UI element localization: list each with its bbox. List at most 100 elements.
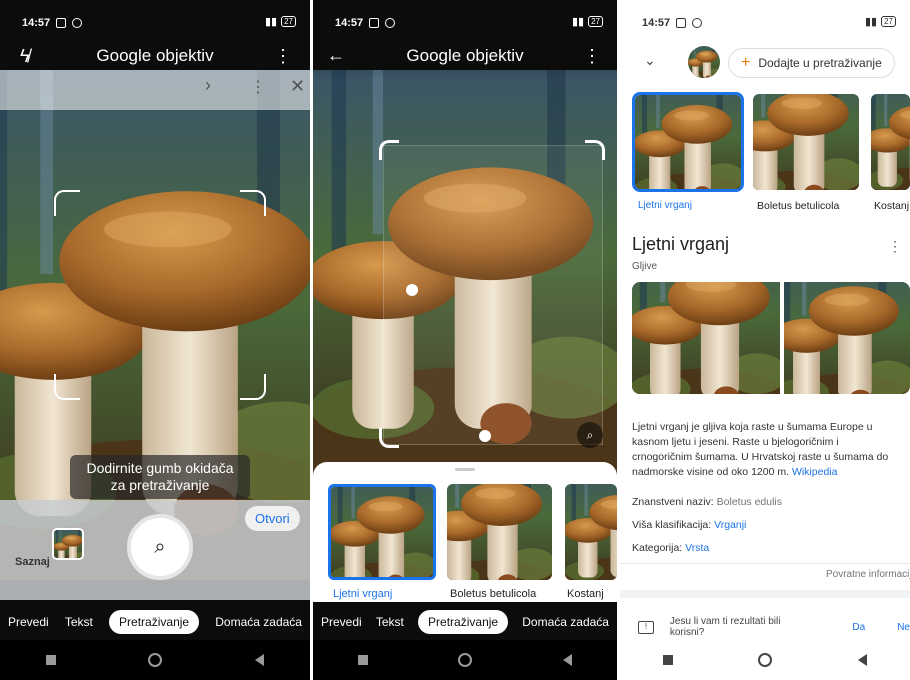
system-nav-bar — [0, 640, 310, 680]
result-caption[interactable]: Boletus betulicola — [757, 200, 839, 212]
lens-search-icon[interactable]: ⌕ — [577, 422, 603, 448]
tab-text[interactable]: Tekst — [376, 615, 404, 629]
tab-translate[interactable]: Prevedi — [321, 615, 362, 629]
system-nav-bar — [313, 640, 617, 680]
tab-homework[interactable]: Domaća zadaća — [522, 615, 609, 629]
clock: 14:57 — [335, 17, 364, 29]
fact-label: Viša klasifikacija: — [632, 519, 712, 531]
query-image-avatar[interactable] — [688, 46, 720, 78]
knowledge-image[interactable] — [632, 282, 780, 394]
result-tile[interactable] — [632, 92, 744, 192]
status-bar: 14:57 ▮▮ 27 — [0, 14, 310, 32]
crop-corner-tr[interactable] — [585, 140, 605, 160]
back-icon[interactable] — [254, 654, 264, 666]
fact-category: Kategorija: Vrsta — [632, 541, 900, 556]
add-to-search-label: Dodajte u pretraživanje — [758, 56, 882, 70]
yes-button[interactable]: Da — [852, 622, 865, 633]
result-tile[interactable] — [447, 484, 552, 580]
signal-icon: ▮▮ — [571, 16, 585, 28]
knowledge-image[interactable] — [784, 282, 910, 394]
result-tile[interactable] — [871, 94, 910, 190]
result-tile[interactable] — [328, 484, 436, 580]
category-link[interactable]: Vrsta — [685, 542, 709, 554]
tab-search[interactable]: Pretraživanje — [109, 610, 200, 634]
wikipedia-link[interactable]: Wikipedia — [792, 466, 838, 478]
notification-icon — [72, 18, 83, 28]
close-icon[interactable]: ✕ — [290, 76, 305, 97]
recents-icon[interactable] — [46, 655, 57, 665]
lens-results-screen: 14:57 ▮▮ 27 ← Google objektiv ⋮ ⌕ Ljetni … — [313, 0, 617, 680]
mode-tabs: Prevedi Tekst Pretraživanje Domaća zadać… — [313, 608, 617, 636]
focus-corner-tl — [54, 190, 80, 216]
recents-icon[interactable] — [358, 655, 369, 665]
recents-icon[interactable] — [662, 655, 673, 665]
battery-icon: 27 — [588, 16, 603, 27]
result-tile[interactable] — [565, 484, 617, 580]
result-caption[interactable]: Ljetni vrganj — [638, 200, 692, 211]
fact-value: Boletus edulis — [716, 496, 783, 508]
status-bar: 14:57 ▮▮ 27 — [620, 14, 910, 32]
shutter-search-button[interactable]: ⌕ — [127, 514, 193, 580]
alarm-icon — [56, 18, 67, 28]
focus-corner-bl — [54, 374, 80, 400]
fact-label: Znanstveni naziv: — [632, 496, 714, 508]
knowledge-title: Ljetni vrganj — [632, 234, 730, 254]
result-caption[interactable]: Ljetni vrganj — [333, 588, 392, 600]
drag-handle[interactable] — [455, 468, 475, 471]
selection-box[interactable] — [383, 145, 603, 445]
result-caption[interactable]: Kostanj — [874, 200, 909, 212]
fact-scientific-name: Znanstveni naziv: Boletus edulis — [632, 495, 900, 510]
tab-homework[interactable]: Domaća zadaća — [215, 615, 302, 629]
hint-line-2: za pretraživanje — [110, 477, 210, 493]
overflow-icon[interactable]: ⋮ — [250, 77, 266, 97]
section-divider — [620, 590, 910, 598]
result-tile[interactable] — [753, 94, 859, 190]
app-title: Google objektiv — [406, 46, 524, 65]
feedback-icon: ! — [638, 620, 654, 634]
lens-camera-screen: 14:57 ▮▮ 27 ϟ̸ Google objektiv ⋮ › ⋮ ✕ Do… — [0, 0, 310, 680]
signal-icon: ▮▮ — [864, 16, 878, 28]
home-icon[interactable] — [758, 653, 773, 667]
tab-text[interactable]: Tekst — [65, 615, 93, 629]
chevron-down-icon[interactable]: ⌄ — [644, 52, 656, 69]
open-button[interactable]: Otvori — [245, 506, 300, 531]
system-nav-bar — [620, 640, 910, 680]
learn-label: Saznaj — [15, 556, 50, 568]
back-icon[interactable] — [562, 654, 572, 666]
crop-corner-bl[interactable] — [379, 428, 399, 448]
hint-toast: Dodirnite gumb okidača za pretraživanje — [70, 455, 250, 499]
gallery-thumbnail[interactable] — [52, 528, 84, 560]
feedback-link[interactable]: Povratne informacije — [826, 569, 910, 580]
more-options-icon[interactable]: ⋮ — [274, 46, 292, 67]
status-bar: 14:57 ▮▮ 27 — [313, 14, 617, 32]
app-title: Google objektiv — [96, 46, 214, 65]
focus-corner-br — [240, 374, 266, 400]
home-icon[interactable] — [458, 653, 473, 667]
chevron-right-icon[interactable]: › — [205, 75, 211, 96]
top-gradient — [313, 0, 617, 80]
tab-search[interactable]: Pretraživanje — [418, 610, 509, 634]
crop-corner-tl[interactable] — [379, 140, 399, 160]
description-text: Ljetni vrganj je gljiva koja raste u šum… — [632, 420, 900, 480]
mode-tabs: Prevedi Tekst Pretraživanje Domaća zadać… — [0, 608, 310, 636]
alarm-icon — [676, 18, 687, 28]
back-icon[interactable] — [858, 654, 868, 666]
fact-classification: Viša klasifikacija: Vrganji — [632, 518, 900, 533]
classification-link[interactable]: Vrganji — [714, 519, 746, 531]
plus-icon: + — [741, 54, 751, 71]
more-options-icon[interactable]: ⋮ — [888, 238, 902, 255]
tab-translate[interactable]: Prevedi — [8, 615, 49, 629]
result-caption[interactable]: Boletus betulicola — [450, 588, 536, 600]
search-icon: ⌕ — [154, 535, 166, 558]
result-caption[interactable]: Kostanj — [567, 588, 604, 600]
object-dot[interactable] — [479, 430, 491, 442]
signal-icon: ▮▮ — [264, 16, 278, 28]
hint-line-1: Dodirnite gumb okidača — [86, 460, 234, 476]
home-icon[interactable] — [148, 653, 163, 667]
clock: 14:57 — [642, 17, 671, 29]
add-to-search-button[interactable]: + Dodajte u pretraživanje — [728, 48, 895, 78]
notification-icon — [692, 18, 703, 28]
no-button[interactable]: Ne — [897, 622, 910, 633]
object-dot[interactable] — [406, 284, 418, 296]
more-options-icon[interactable]: ⋮ — [583, 46, 601, 67]
